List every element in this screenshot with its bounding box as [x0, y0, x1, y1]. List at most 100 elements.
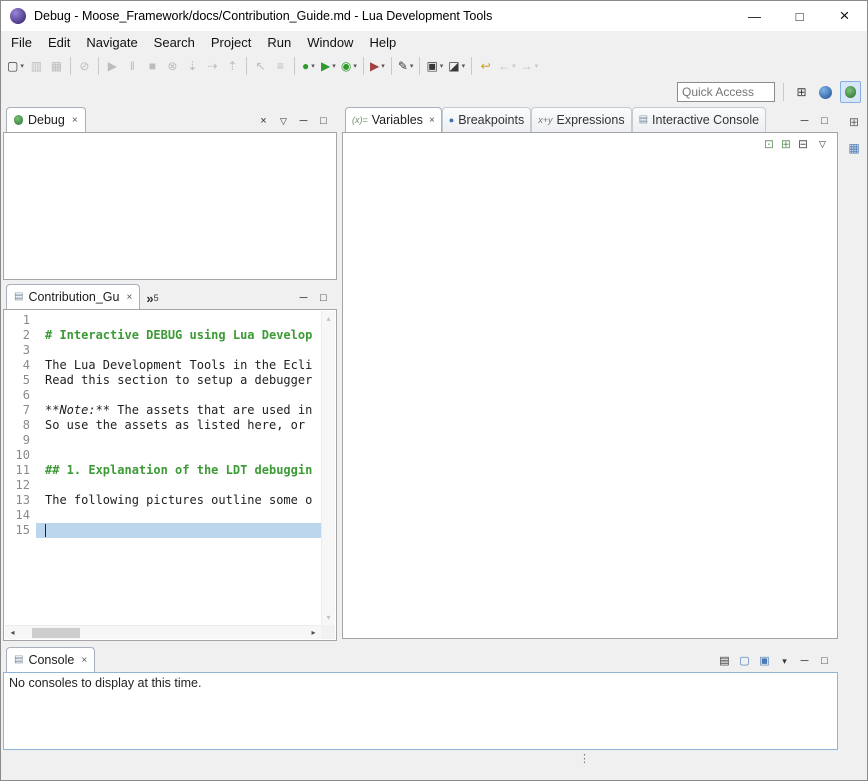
maximize-view-button[interactable]: □ [817, 116, 832, 127]
show-logical-structure-button[interactable]: ⊡ [764, 138, 774, 150]
close-tab-icon[interactable]: × [126, 292, 132, 303]
back-button[interactable]: ←▾ [496, 55, 518, 77]
debug-button[interactable]: ●▾ [299, 55, 318, 77]
open-console-button[interactable]: ▤ [717, 656, 732, 667]
skip-all-breakpoints-button[interactable]: ⊘ [75, 55, 94, 77]
menu-help[interactable]: Help [361, 33, 404, 52]
editor-content[interactable]: 1 2# Interactive DEBUG using Lua Develop… [3, 309, 337, 641]
scrollbar-track[interactable] [20, 626, 306, 639]
scroll-left-icon[interactable]: ◂ [5, 628, 20, 637]
scroll-down-icon[interactable]: ▾ [326, 610, 330, 625]
titlebar[interactable]: Debug - Moose_Framework/docs/Contributio… [1, 1, 867, 31]
minimize-view-button[interactable]: ─ [797, 116, 812, 127]
editor-line: 2# Interactive DEBUG using Lua Develop [4, 328, 321, 343]
application-window: Debug - Moose_Framework/docs/Contributio… [0, 0, 868, 781]
scroll-right-icon[interactable]: ▸ [306, 628, 321, 637]
suspend-button[interactable]: ‖ [123, 55, 142, 77]
main-toolbar: ▢▾ ▥ ▦ ⊘ ▶ ‖ ■ ⊗ ⇣ ⇢ ⇡ ↖ ≡ ●▾ ▶▾ ◉▾ ▶▾ ✎… [1, 53, 867, 79]
tab-console[interactable]: ▤ Console × [6, 647, 95, 672]
new-button[interactable]: ▢▾ [5, 55, 26, 77]
menu-edit[interactable]: Edit [40, 33, 78, 52]
debug-perspective-button[interactable] [840, 81, 861, 103]
line-text: # Interactive DEBUG using Lua Develop [36, 328, 321, 343]
tab-expressions[interactable]: x+y Expressions [531, 107, 631, 132]
line-number: 1 [4, 313, 36, 328]
menu-run[interactable]: Run [259, 33, 299, 52]
step-return-button[interactable]: ⇡ [223, 55, 242, 77]
maximize-view-button[interactable]: □ [316, 293, 331, 304]
maximize-view-button[interactable]: □ [316, 116, 331, 127]
window-minimize-button[interactable]: — [732, 1, 777, 31]
minimize-view-button[interactable]: ─ [296, 293, 311, 304]
save-button[interactable]: ▥ [27, 55, 46, 77]
window-maximize-button[interactable]: □ [777, 1, 822, 31]
toolbar-separator [294, 57, 295, 75]
editor-horizontal-scrollbar[interactable]: ◂ ▸ [5, 625, 321, 639]
disconnect-button[interactable]: ⊗ [163, 55, 182, 77]
scrollbar-thumb[interactable] [32, 628, 80, 638]
editor-tab-overflow-button[interactable]: » 5 [146, 293, 158, 305]
show-columns-button[interactable]: ⊞ [781, 138, 791, 150]
external-tools-button[interactable]: ▶▾ [368, 55, 387, 77]
save-all-button[interactable]: ▦ [47, 55, 66, 77]
use-step-filters-button[interactable]: ≡ [271, 55, 290, 77]
variables-view: (x)= Variables × ● Breakpoints x+y Expre… [342, 106, 838, 639]
tab-contribution-guide[interactable]: ▤ Contribution_Gu × [6, 284, 140, 309]
view-menu-button[interactable]: ▽ [276, 117, 291, 126]
open-perspective-icon: ⊞ [796, 86, 806, 98]
toolbar-separator [391, 57, 392, 75]
console-content[interactable]: No consoles to display at this time. [3, 672, 838, 750]
markdown-file-icon: ▤ [14, 292, 23, 302]
display-selected-console-button[interactable]: ▢ [737, 656, 752, 667]
tab-breakpoints[interactable]: ● Breakpoints [442, 107, 531, 132]
variables-view-content[interactable]: ⊡ ⊞ ⊟ ▽ [342, 132, 838, 639]
collapse-all-button[interactable]: ⊟ [798, 138, 808, 150]
perspective-toolbar: ⊞ [1, 79, 867, 105]
sash-grip-icon[interactable]: ⋮ [579, 752, 591, 765]
view-menu-button[interactable]: ▽ [815, 140, 830, 149]
new-wizard-button[interactable]: ▣▾ [424, 55, 445, 77]
close-tab-icon[interactable]: × [429, 115, 435, 126]
open-perspective-button[interactable]: ⊞ [792, 81, 811, 103]
coverage-button[interactable]: ◉▾ [339, 55, 359, 77]
dropdown-arrow-icon: ▾ [332, 62, 336, 70]
debug-view-content[interactable] [3, 132, 337, 280]
open-resource-button[interactable]: ◪▾ [446, 55, 467, 77]
step-into-button[interactable]: ⇣ [183, 55, 202, 77]
minimize-view-button[interactable]: ─ [296, 116, 311, 127]
minimize-view-button[interactable]: ─ [797, 656, 812, 667]
editor-text-area[interactable]: 1 2# Interactive DEBUG using Lua Develop… [4, 311, 321, 625]
step-over-button[interactable]: ⇢ [203, 55, 222, 77]
remove-all-terminated-button[interactable]: × [256, 116, 271, 127]
close-tab-icon[interactable]: × [81, 655, 87, 666]
editor-vertical-scrollbar[interactable]: ▴ ▾ [321, 311, 335, 625]
restore-minimized-view-button[interactable]: ⊞ [844, 112, 864, 132]
tab-interactive-console[interactable]: ▤ Interactive Console [632, 107, 766, 132]
terminate-button[interactable]: ■ [143, 55, 162, 77]
line-text [36, 343, 321, 358]
tab-variables[interactable]: (x)= Variables × [345, 107, 442, 132]
minimized-grid-view-button[interactable]: ▦ [844, 138, 864, 158]
console-view: ▤ Console × ▤ ▢ ▣ ▾ ─ □ No consoles to d… [3, 646, 838, 750]
quick-access-input[interactable] [677, 82, 775, 102]
drop-to-frame-button[interactable]: ↖ [251, 55, 270, 77]
tab-debug[interactable]: Debug × [6, 107, 86, 132]
open-console-dropdown-button[interactable]: ▣ [757, 656, 772, 667]
maximize-view-button[interactable]: □ [817, 656, 832, 667]
dropdown-arrow-icon[interactable]: ▾ [777, 657, 792, 666]
menu-file[interactable]: File [3, 33, 40, 52]
menu-project[interactable]: Project [203, 33, 259, 52]
menu-navigate[interactable]: Navigate [78, 33, 145, 52]
menu-search[interactable]: Search [146, 33, 203, 52]
last-edit-location-button[interactable]: ↩ [476, 55, 495, 77]
menu-window[interactable]: Window [299, 33, 361, 52]
lua-perspective-button[interactable] [816, 81, 835, 103]
search-button[interactable]: ✎▾ [396, 55, 416, 77]
close-tab-icon[interactable]: × [72, 115, 78, 126]
resume-button[interactable]: ▶ [103, 55, 122, 77]
window-close-button[interactable]: × [822, 1, 867, 31]
variables-view-tabrow: (x)= Variables × ● Breakpoints x+y Expre… [342, 106, 838, 132]
run-button[interactable]: ▶▾ [319, 55, 338, 77]
forward-button[interactable]: →▾ [519, 55, 541, 77]
scroll-up-icon[interactable]: ▴ [326, 311, 330, 326]
